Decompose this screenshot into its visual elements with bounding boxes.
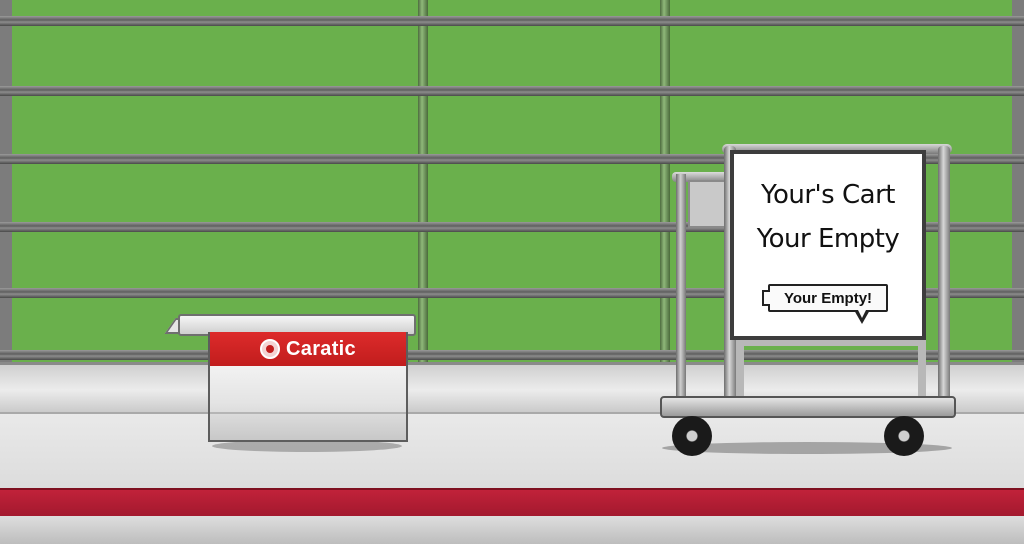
sign-line-2: Your Empty (756, 224, 900, 254)
cart-wheel-right (884, 416, 924, 456)
cart-sign: Your's Cart Your Empty Your Empty! (730, 150, 926, 340)
shelf-rail (0, 16, 1024, 26)
cart-lower-frame (736, 340, 926, 396)
sign-line-1: Your's Cart (761, 180, 895, 210)
cart-upright-right (938, 146, 950, 406)
cart-back-post (676, 174, 686, 404)
shelf-divider-post (418, 0, 428, 368)
shelf-edge-post-left (0, 0, 12, 368)
cart-deck (660, 396, 956, 418)
basket-red-band: Caratic (210, 332, 406, 366)
shelf-edge-post-right (1012, 0, 1024, 368)
basket-divider-line (210, 412, 406, 414)
store-aisle-scene: Caratic Your's Cart Your Empty Your Empt… (0, 0, 1024, 544)
speech-bubble-text: Your Empty! (783, 289, 873, 307)
speech-bubble-notch (762, 290, 770, 306)
shelf-divider-post (660, 0, 670, 368)
basket-brand-label: Caratic (286, 337, 356, 360)
circle-emblem-icon (260, 339, 281, 359)
cart-wheel-left (672, 416, 712, 456)
speech-bubble: Your Empty! (762, 284, 888, 324)
red-floor-stripe (0, 488, 1024, 518)
shelf-rail (0, 86, 1024, 96)
shopping-basket: Caratic (208, 332, 408, 442)
floor-bottom-strip (0, 516, 1024, 544)
speech-bubble-tail-icon (854, 308, 870, 324)
